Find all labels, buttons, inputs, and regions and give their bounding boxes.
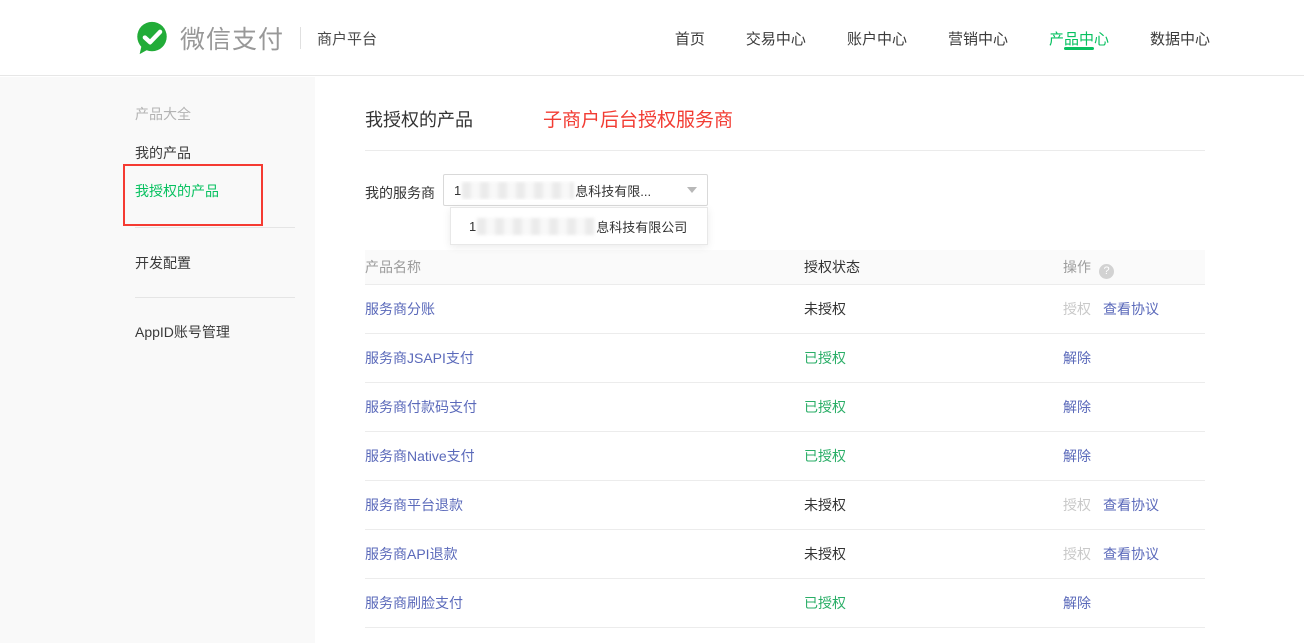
option-suffix: 息科技有限公司 [596,217,687,236]
redacted-text-blur [477,218,595,235]
sidebar-item-my-authorized-products[interactable]: 我授权的产品 [135,181,315,201]
unbind-action-link[interactable]: 解除 [1063,350,1091,366]
red-annotation-text: 子商户后台授权服务商 [543,105,733,132]
view-agreement-link[interactable]: 查看协议 [1103,546,1159,562]
unbind-action-link[interactable]: 解除 [1063,448,1091,464]
status-label: 未授权 [804,481,846,530]
sidebar-item-appid-account[interactable]: AppID账号管理 [135,322,315,342]
product-name-link[interactable]: 服务商JSAPI支付 [365,334,474,383]
sidebar-divider [135,297,295,298]
table-row: 服务商Native支付 已授权 解除 [365,432,1205,481]
actions-cell: 授权查看协议 [1063,481,1171,530]
authorize-action[interactable]: 授权 [1063,301,1091,317]
view-agreement-link[interactable]: 查看协议 [1103,301,1159,317]
selected-provider-prefix: 1 [454,183,461,198]
table-row: 服务商JSAPI支付 已授权 解除 [365,334,1205,383]
sidebar: 产品大全我的产品我授权的产品开发配置 AppID账号管理 [0,77,315,643]
nav-item-data-center[interactable]: 数据中心 [1150,0,1210,76]
actions-cell: 授权查看协议 [1063,530,1171,579]
authorize-action[interactable]: 授权 [1063,546,1091,562]
table-row: 服务商分账 未授权 授权查看协议 [365,285,1205,334]
dropdown-option[interactable]: 1 息科技有限公司 [451,208,707,244]
nav-item-account-center[interactable]: 账户中心 [847,0,907,76]
selected-provider-value: 1 息科技有限... [454,181,651,200]
table-body: 服务商分账未授权授权查看协议服务商JSAPI支付已授权解除服务商付款码支付已授权… [365,285,1205,628]
portal-label: 商户平台 [317,28,377,49]
actions-cell: 解除 [1063,432,1103,481]
product-name-link[interactable]: 服务商刷脸支付 [365,579,463,628]
col-header-product-name: 产品名称 [365,250,421,285]
nav-item-product-center[interactable]: 产品中心 [1049,0,1109,76]
product-name-link[interactable]: 服务商Native支付 [365,432,475,481]
view-agreement-link[interactable]: 查看协议 [1103,497,1159,513]
product-name-link[interactable]: 服务商平台退款 [365,481,463,530]
help-icon[interactable]: ? [1099,264,1114,279]
redacted-text-blur [462,182,574,199]
service-provider-select[interactable]: 1 息科技有限... [443,174,708,206]
col-header-actions: 操作? [1063,250,1114,285]
status-label: 未授权 [804,285,846,334]
title-divider [365,150,1205,151]
status-label: 已授权 [804,579,846,628]
chevron-down-icon [687,187,697,193]
option-prefix: 1 [469,219,476,234]
status-label: 已授权 [804,432,846,481]
table-row: 服务商付款码支付 已授权 解除 [365,383,1205,432]
col-header-auth-status: 授权状态 [804,250,860,285]
actions-cell: 解除 [1063,334,1103,383]
status-label: 已授权 [804,383,846,432]
col-header-actions-label: 操作 [1063,259,1091,275]
logo-text: 微信支付 [180,20,284,56]
logo-separator [300,27,301,49]
product-name-link[interactable]: 服务商付款码支付 [365,383,477,432]
wechat-pay-logo-icon [133,19,171,57]
selected-provider-suffix: 息科技有限... [575,181,651,200]
top-bar: 微信支付 商户平台 首页交易中心账户中心营销中心产品中心数据中心 [0,0,1304,76]
unbind-action-link[interactable]: 解除 [1063,595,1091,611]
sidebar-item-all-products: 产品大全 [135,104,315,124]
actions-cell: 授权查看协议 [1063,285,1171,334]
nav-item-transaction-center[interactable]: 交易中心 [746,0,806,76]
table-row: 服务商刷脸支付 已授权 解除 [365,579,1205,628]
table-header: 产品名称 授权状态 操作? [365,250,1205,285]
logo[interactable]: 微信支付 商户平台 [133,0,377,76]
page-title: 我授权的产品 [365,106,473,132]
provider-label: 我的服务商 [365,183,435,203]
nav-item-marketing-center[interactable]: 营销中心 [948,0,1008,76]
service-provider-dropdown: 1 息科技有限公司 [450,207,708,245]
sidebar-item-my-products[interactable]: 我的产品 [135,143,315,163]
main-nav: 首页交易中心账户中心营销中心产品中心数据中心 [675,0,1210,76]
actions-cell: 解除 [1063,383,1103,432]
nav-item-home[interactable]: 首页 [675,0,705,76]
product-name-link[interactable]: 服务商分账 [365,285,435,334]
actions-cell: 解除 [1063,579,1103,628]
status-label: 未授权 [804,530,846,579]
table-row: 服务商API退款 未授权 授权查看协议 [365,530,1205,579]
sidebar-divider [135,227,295,228]
authorize-action[interactable]: 授权 [1063,497,1091,513]
authorized-products-table: 产品名称 授权状态 操作? 服务商分账未授权授权查看协议服务商JSAPI支付已授… [365,250,1205,628]
product-name-link[interactable]: 服务商API退款 [365,530,458,579]
status-label: 已授权 [804,334,846,383]
unbind-action-link[interactable]: 解除 [1063,399,1091,415]
table-row: 服务商平台退款 未授权 授权查看协议 [365,481,1205,530]
sidebar-item-dev-config[interactable]: 开发配置 [135,253,315,273]
